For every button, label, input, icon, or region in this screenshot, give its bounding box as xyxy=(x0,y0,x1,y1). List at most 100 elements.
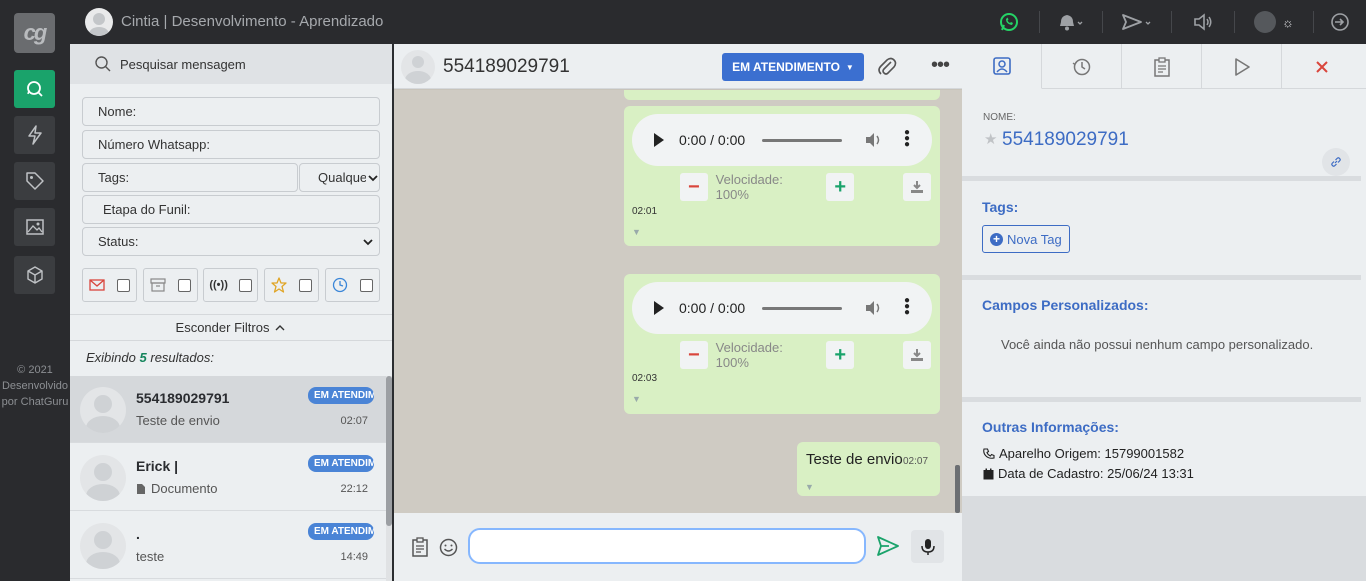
whatsapp-icon[interactable] xyxy=(979,0,1039,44)
image-icon xyxy=(25,219,44,235)
chat-contact-avatar[interactable] xyxy=(401,50,435,84)
sidebar-item-media[interactable] xyxy=(14,208,55,246)
conversation-time: 22:12 xyxy=(340,483,368,495)
record-audio-button[interactable] xyxy=(911,530,944,563)
send-menu-icon[interactable] xyxy=(1103,0,1171,44)
download-button[interactable] xyxy=(903,341,931,369)
tags-filter-field[interactable]: Tags: xyxy=(82,163,298,192)
conversation-item[interactable]: Erick | Documento EM ATENDIMENTO 22:12 xyxy=(70,444,386,511)
message-input[interactable] xyxy=(468,528,866,564)
message-area: 0:00 / 0:00 ● ● ● − Velocidade: 100% + 02:… xyxy=(394,90,962,513)
audio-message: 0:00 / 0:00 ● ● ● − Velocidade: 100% + 02:… xyxy=(624,106,940,246)
message-caret-icon[interactable]: ▼ xyxy=(805,482,814,492)
message-scrollbar[interactable] xyxy=(955,465,960,513)
link-icon xyxy=(1331,157,1341,167)
audio-menu-icon[interactable]: ● ● ● xyxy=(904,296,910,318)
status-filter-select[interactable]: Status: xyxy=(82,227,380,256)
favorite-star-icon[interactable]: ★ xyxy=(984,130,997,148)
status-dropdown-button[interactable]: EM ATENDIMENTO ▼ xyxy=(722,53,864,81)
sidebar-item-chats[interactable] xyxy=(14,70,55,108)
name-filter-field[interactable]: Nome: xyxy=(82,97,380,126)
notifications-bell-icon[interactable] xyxy=(1040,0,1102,44)
registration-date-label: Data de Cadastro: xyxy=(998,466,1104,481)
text-message: Teste de envio 02:07 ▼ xyxy=(797,442,940,496)
archived-checkbox[interactable] xyxy=(178,278,191,292)
hide-filters-toggle[interactable]: Esconder Filtros xyxy=(70,314,392,341)
audio-player[interactable]: 0:00 / 0:00 ● ● ● xyxy=(632,114,932,166)
copyright-line: por ChatGuru xyxy=(1,396,69,408)
decrease-speed-button[interactable]: − xyxy=(680,173,708,201)
increase-speed-button[interactable]: + xyxy=(826,341,855,369)
user-avatar[interactable] xyxy=(85,8,113,36)
conversation-item[interactable]: 554189029791 Teste de envio EM ATENDIMEN… xyxy=(70,376,386,443)
logout-icon[interactable] xyxy=(1314,0,1366,44)
device-origin-value: 15799001582 xyxy=(1104,446,1185,461)
results-summary: Exibindo 5 resultados: xyxy=(86,350,214,365)
conversation-item[interactable]: . teste EM ATENDIMENTO 14:49 xyxy=(70,512,386,579)
tags-mode-select[interactable]: Qualquer xyxy=(299,163,380,192)
scheduled-filter[interactable] xyxy=(325,268,380,302)
document-icon xyxy=(137,483,145,494)
tags-title: Tags: xyxy=(982,199,1019,215)
contact-name-value[interactable]: 554189029791 xyxy=(1002,129,1129,151)
tab-contact[interactable] xyxy=(962,44,1042,89)
search-input[interactable]: Pesquisar mensagem xyxy=(120,57,246,72)
unread-checkbox[interactable] xyxy=(117,278,130,292)
emoji-icon[interactable] xyxy=(439,538,458,557)
conversation-message-text: Documento xyxy=(151,481,218,496)
archived-filter[interactable] xyxy=(143,268,198,302)
scheduled-checkbox[interactable] xyxy=(360,278,373,292)
audio-player[interactable]: 0:00 / 0:00 ● ● ● xyxy=(632,282,932,334)
whatsapp-filter-field[interactable]: Número Whatsapp: xyxy=(82,130,380,159)
download-button[interactable] xyxy=(903,173,931,201)
plus-circle-icon: + xyxy=(990,232,1003,246)
play-icon[interactable] xyxy=(654,301,664,315)
sidebar-item-automations[interactable] xyxy=(14,116,55,154)
message-caret-icon[interactable]: ▼ xyxy=(632,227,641,237)
tab-play[interactable] xyxy=(1202,44,1282,89)
message-composer xyxy=(394,513,962,581)
contact-avatar xyxy=(80,523,126,569)
funnel-filter-field[interactable]: Etapa do Funil: xyxy=(82,195,380,224)
message-search[interactable]: Pesquisar mensagem xyxy=(70,44,392,84)
message-caret-icon[interactable]: ▼ xyxy=(632,394,641,404)
broadcast-checkbox[interactable] xyxy=(238,278,252,292)
theme-toggle[interactable]: ☼ xyxy=(1235,0,1313,44)
paperclip-icon[interactable] xyxy=(877,56,897,83)
sidebar-item-packages[interactable] xyxy=(14,256,55,294)
clipboard-icon xyxy=(1153,56,1170,77)
details-tabs xyxy=(962,44,1366,89)
favorite-filter[interactable] xyxy=(264,268,319,302)
decrease-speed-button[interactable]: − xyxy=(680,341,708,369)
app-logo[interactable]: cg xyxy=(14,13,55,53)
audio-progress-bar[interactable] xyxy=(762,139,842,142)
box-icon xyxy=(26,266,43,284)
increase-speed-button[interactable]: + xyxy=(826,173,855,201)
play-icon[interactable] xyxy=(654,133,664,147)
tab-notes[interactable] xyxy=(1122,44,1202,89)
custom-fields-empty: Você ainda não possui nenhum campo perso… xyxy=(1001,337,1314,352)
sidebar-item-tags[interactable] xyxy=(14,162,55,200)
unread-filter[interactable] xyxy=(82,268,137,302)
link-button[interactable] xyxy=(1322,148,1350,176)
notes-icon[interactable] xyxy=(411,537,429,557)
status-filter-label: Status: xyxy=(98,234,139,249)
message-time: 02:03 xyxy=(632,373,658,384)
chat-contact-number[interactable]: 554189029791 xyxy=(443,56,570,78)
tag-icon xyxy=(25,172,44,190)
star-icon xyxy=(271,277,287,293)
audio-menu-icon[interactable]: ● ● ● xyxy=(904,128,910,150)
tab-history[interactable] xyxy=(1042,44,1122,89)
new-tag-button[interactable]: + Nova Tag xyxy=(982,225,1070,253)
other-info-section: Outras Informações: Aparelho Origem: 157… xyxy=(962,402,1366,496)
conversation-scrollbar-thumb[interactable] xyxy=(386,376,392,526)
volume-icon[interactable] xyxy=(1172,0,1234,44)
custom-fields-section: Campos Personalizados: Você ainda não po… xyxy=(962,280,1366,397)
send-icon[interactable] xyxy=(877,536,899,556)
close-panel-button[interactable] xyxy=(1282,44,1362,89)
favorite-checkbox[interactable] xyxy=(299,278,312,292)
broadcast-filter[interactable]: ((•)) xyxy=(203,268,258,302)
message-text: Teste de envio xyxy=(806,451,903,468)
audio-progress-bar[interactable] xyxy=(762,307,842,310)
more-options-icon[interactable]: ••• xyxy=(931,54,950,77)
